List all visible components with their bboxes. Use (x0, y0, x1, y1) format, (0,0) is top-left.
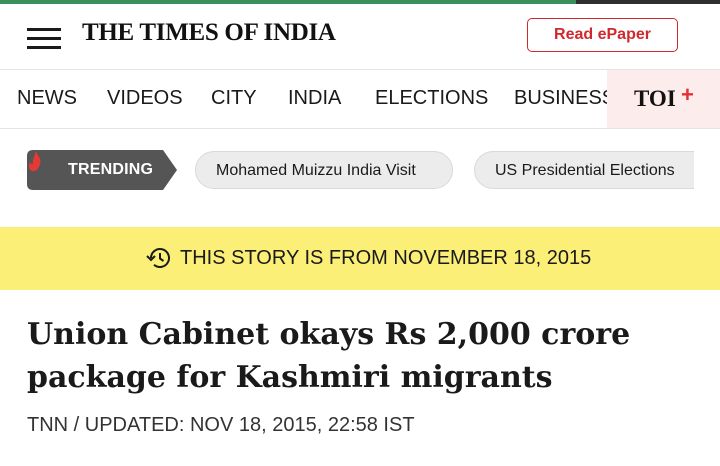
toi-plus-link[interactable]: TOI + (607, 70, 720, 128)
archive-banner: THIS STORY IS FROM NOVEMBER 18, 2015 (0, 227, 720, 290)
site-header: THE TIMES OF INDIA Read ePaper (0, 4, 720, 70)
archive-banner-text: THIS STORY IS FROM NOVEMBER 18, 2015 (180, 247, 592, 269)
read-epaper-button[interactable]: Read ePaper (527, 18, 678, 52)
nav-item-videos[interactable]: VIDEOS (107, 87, 183, 110)
trending-label: TRENDING (68, 161, 154, 178)
trending-chip-muizzu[interactable]: Mohamed Muizzu India Visit (195, 151, 453, 189)
history-clock-icon (146, 248, 170, 268)
nav-item-india[interactable]: INDIA (288, 87, 341, 110)
trending-badge[interactable]: TRENDING (27, 150, 177, 190)
article-byline: TNN / UPDATED: NOV 18, 2015, 22:58 IST (27, 414, 415, 436)
nav-item-news[interactable]: NEWS (17, 87, 77, 110)
trending-chip-us-elections[interactable]: US Presidential Elections (474, 151, 694, 189)
trending-row: TRENDING Mohamed Muizzu India Visit US P… (0, 129, 720, 227)
hamburger-menu-icon[interactable] (27, 25, 61, 51)
nav-item-city[interactable]: CITY (211, 87, 257, 110)
nav-item-elections[interactable]: ELECTIONS (375, 87, 488, 110)
flame-icon (28, 150, 41, 172)
toi-plus-plus-sign: + (681, 82, 694, 107)
main-navigation: NEWS VIDEOS CITY INDIA ELECTIONS BUSINES… (0, 70, 720, 129)
article-headline: Union Cabinet okays Rs 2,000 crore packa… (27, 317, 631, 395)
site-logo[interactable]: THE TIMES OF INDIA (82, 19, 336, 47)
nav-item-business[interactable]: BUSINESS (514, 87, 615, 110)
toi-plus-logo-text: TOI (634, 86, 676, 111)
